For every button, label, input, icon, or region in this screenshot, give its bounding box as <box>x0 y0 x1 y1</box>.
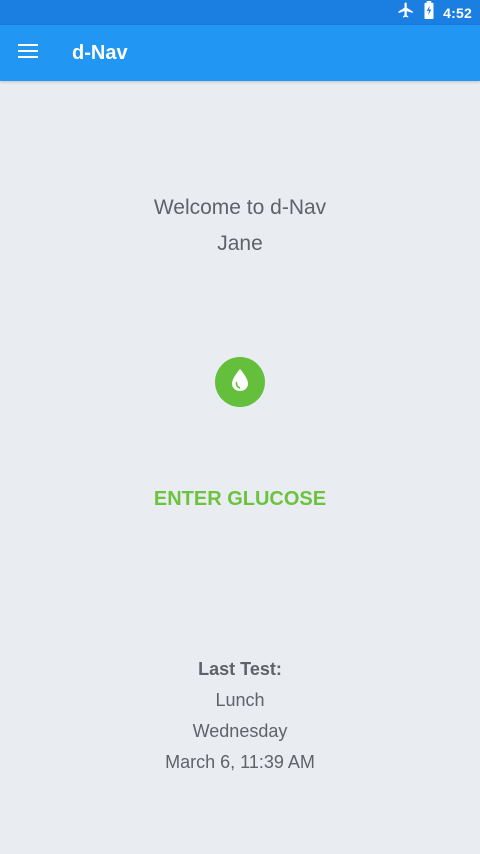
drop-icon <box>229 367 251 398</box>
last-test-datetime: March 6, 11:39 AM <box>165 752 315 772</box>
last-test-meal: Lunch <box>215 690 265 710</box>
status-icons: 4:52 <box>397 0 472 25</box>
battery-charging-icon <box>423 1 435 24</box>
welcome-message: Welcome to d-Nav <box>153 196 327 219</box>
menu-button[interactable] <box>6 29 50 77</box>
main-content: Welcome to d-Nav Jane ENTER GLUCOSE Last… <box>0 81 480 854</box>
last-test-block: Last Test: Lunch Wednesday March 6, 11:3… <box>0 654 480 778</box>
last-test-heading: Last Test: <box>198 659 282 679</box>
status-time: 4:52 <box>443 4 472 21</box>
app-title: d-Nav <box>72 42 128 64</box>
last-test-day: Wednesday <box>192 721 288 741</box>
status-bar: 4:52 <box>0 0 480 25</box>
app-bar: d-Nav <box>0 25 480 81</box>
welcome-block: Welcome to d-Nav Jane <box>0 190 480 262</box>
airplane-icon <box>397 1 415 24</box>
enter-glucose-button[interactable]: ENTER GLUCOSE <box>130 479 350 519</box>
user-name: Jane <box>217 232 263 255</box>
enter-glucose-icon-button[interactable] <box>215 357 265 407</box>
hamburger-menu-icon <box>18 43 38 63</box>
